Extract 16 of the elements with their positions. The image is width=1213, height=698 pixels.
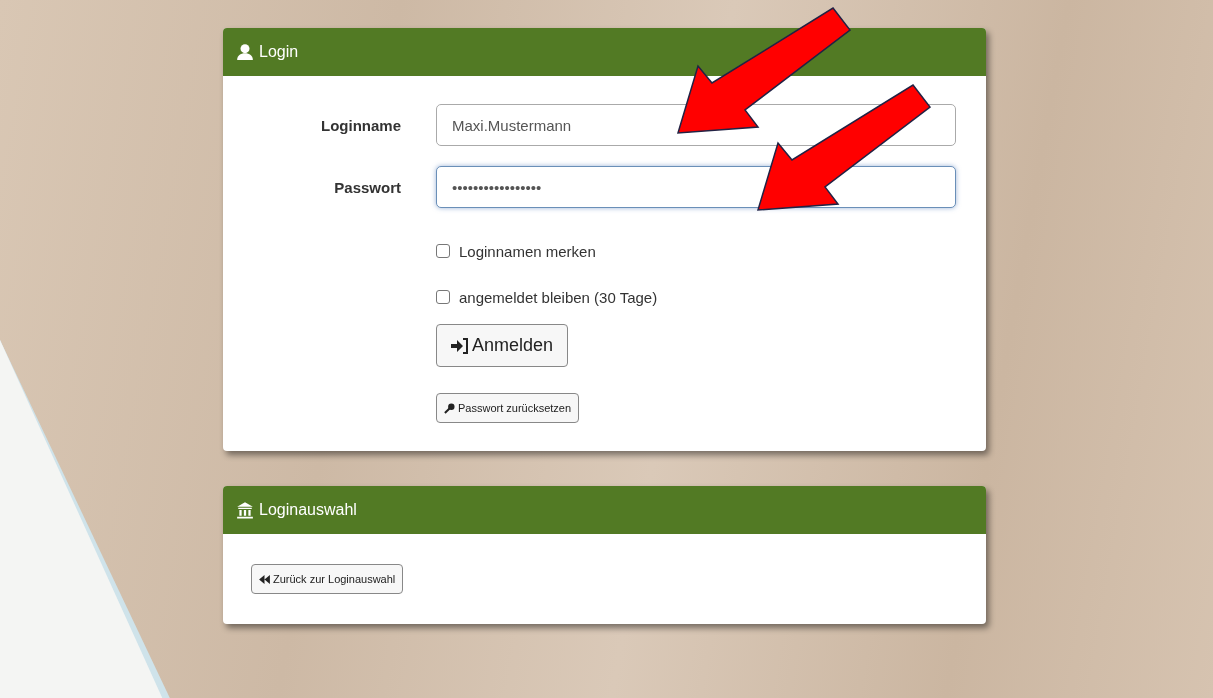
key-icon bbox=[444, 402, 455, 414]
reset-password-button[interactable]: Passwort zurücksetzen bbox=[436, 393, 580, 423]
bank-icon bbox=[236, 501, 254, 519]
user-icon bbox=[236, 43, 254, 61]
back-button[interactable]: Zurück zur Loginauswahl bbox=[251, 564, 404, 594]
field-label: Loginname bbox=[320, 116, 401, 134]
panel-title: Loginauswahl bbox=[259, 501, 357, 519]
backward-icon bbox=[259, 574, 270, 584]
checkbox-label: Loginnamen merken bbox=[459, 242, 596, 260]
checkbox-label: angemeldet bleiben (30 Tage) bbox=[459, 288, 658, 306]
login-button[interactable]: Anmelden bbox=[436, 324, 569, 367]
checkbox[interactable] bbox=[436, 244, 450, 258]
panel-title: Login bbox=[259, 43, 299, 61]
sign-in-icon bbox=[451, 337, 469, 354]
field-label: Passwort bbox=[333, 178, 401, 196]
checkbox[interactable] bbox=[436, 290, 450, 304]
